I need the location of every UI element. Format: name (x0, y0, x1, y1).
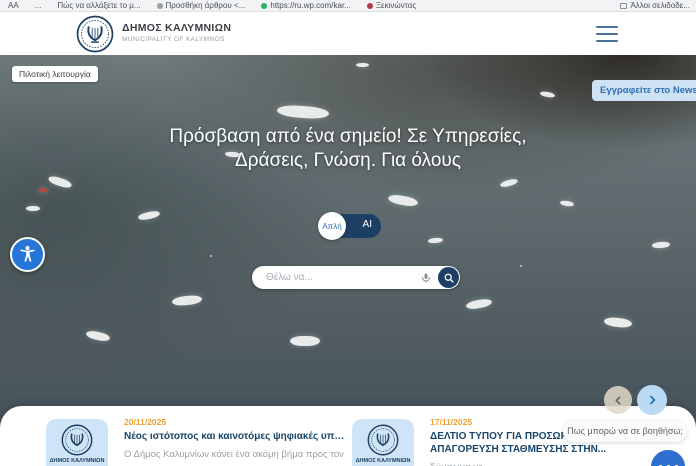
microphone-icon[interactable] (418, 270, 434, 286)
chevron-right-icon (645, 393, 659, 407)
bookmark-item[interactable]: Πώς να αλλάξετε το μ... (57, 0, 140, 11)
bookmark-label: https://ru.wp.com/kar... (270, 0, 350, 11)
search-icon (443, 272, 455, 284)
folder-icon (620, 3, 627, 9)
bookmark-label: ΑΑ (8, 0, 19, 11)
boat-shape (560, 200, 575, 207)
boat-shape (277, 104, 330, 120)
bookmark-item[interactable]: https://ru.wp.com/kar... (261, 0, 350, 11)
news-excerpt: Ο Δήμος Καλυμνίων κάνει ένα ακόμη βήμα π… (124, 449, 346, 460)
bookmark-label: Προσθήκη άρθρου <... (166, 0, 246, 11)
boat-shape (652, 241, 670, 248)
news-excerpt: Σύμφωνα με... (430, 462, 652, 466)
carousel-next-button[interactable] (637, 385, 667, 415)
toggle-ai-option[interactable]: AI (363, 219, 372, 230)
boat-shape (85, 330, 110, 343)
site-title: ΔΗΜΟΣ ΚΑΛΥΜΝΙΩΝ (122, 22, 231, 34)
page: ΑΑ ... Πώς να αλλάξετε το μ... Προσθήκη … (0, 0, 696, 466)
buoy-dot (520, 265, 522, 267)
lyre-emblem-icon (61, 424, 93, 456)
hamburger-menu-icon[interactable] (596, 26, 618, 42)
other-bookmarks-label: Άλλοι σελιδοδε... (630, 0, 690, 11)
bookmark-item[interactable]: Προσθήκη άρθρου <... (157, 0, 246, 11)
hero-heading-line2: Δράσεις, Γνώση. Για όλους (0, 149, 696, 173)
chevron-left-icon (612, 394, 625, 407)
boat-shape (540, 91, 556, 99)
boat-shape (500, 178, 519, 188)
lyre-emblem-icon (76, 15, 114, 53)
hero-photo: Πιλοτική λειτουργία Εγγραφείτε στο Newsl… (0, 55, 696, 466)
boat-shape (356, 63, 369, 67)
municipality-logo[interactable] (76, 15, 114, 53)
boat-shape (38, 187, 49, 193)
search-bar (252, 266, 460, 289)
carousel-prev-button[interactable] (604, 386, 632, 414)
hero-heading-line1: Πρόσβαση από ένα σημείο! Σε Υπηρεσίες, (0, 125, 696, 149)
hero-heading: Πρόσβαση από ένα σημείο! Σε Υπηρεσίες, Δ… (0, 125, 696, 173)
accessibility-icon (17, 244, 38, 265)
site-header: ΔΗΜΟΣ ΚΑΛΥΜΝΙΩΝ MUNICIPALITY OF KALYMNOS (0, 13, 696, 55)
boat-shape (466, 298, 493, 310)
boat-shape (26, 206, 40, 211)
bookmark-label: Πώς να αλλάξετε το μ... (57, 0, 140, 11)
site-subtitle: MUNICIPALITY OF KALYMNOS (122, 36, 231, 43)
boat-shape (428, 237, 443, 243)
thumb-caption: ΔΗΜΟΣ ΚΑΛΥΜΝΙΩΝ (50, 458, 105, 464)
lyre-emblem-icon (367, 424, 399, 456)
accessibility-button[interactable] (10, 237, 45, 272)
site-title-block: ΔΗΜΟΣ ΚΑΛΥΜΝΙΩΝ MUNICIPALITY OF KALYMNOS (122, 22, 231, 43)
chat-tooltip: Πως μπορώ να σε βοηθήσω; (563, 420, 687, 442)
thumb-caption: ΔΗΜΟΣ ΚΑΛΥΜΝΙΩΝ (356, 458, 411, 464)
boat-shape (387, 193, 418, 207)
toggle-simple-option[interactable]: Απλή (318, 212, 346, 240)
pilot-mode-badge: Πιλοτική λειτουργία (12, 66, 98, 82)
green-dot-icon (261, 3, 267, 9)
news-card[interactable]: ΔΗΜΟΣ ΚΑΛΥΜΝΙΩΝ 20/11/2025 Νέος ιστότοπο… (46, 417, 346, 460)
bookmark-item[interactable]: ΑΑ (8, 0, 19, 11)
boat-shape (47, 174, 72, 189)
news-thumbnail: ΔΗΜΟΣ ΚΑΛΥΜΝΙΩΝ (46, 419, 108, 466)
bookmark-item[interactable]: ... (35, 0, 42, 11)
bookmark-label: Ξεκινώντας (376, 0, 416, 11)
bookmark-item[interactable]: Ξεκινώντας (367, 0, 416, 11)
search-submit-button[interactable] (438, 267, 459, 288)
boat-shape (172, 294, 203, 306)
red-dot-icon (367, 3, 373, 9)
bookmark-label: ... (35, 0, 42, 11)
newsletter-button[interactable]: Εγγραφείτε στο Newsletter (592, 80, 696, 101)
news-card-body: 20/11/2025 Νέος ιστότοπος και καινοτόμες… (124, 417, 346, 460)
news-title[interactable]: Νέος ιστότοπος και καινοτόμες ψηφιακές υ… (124, 430, 346, 443)
boat-shape (290, 336, 320, 346)
search-input[interactable] (252, 272, 418, 283)
search-mode-toggle[interactable]: Απλή AI (321, 214, 381, 238)
news-date: 20/11/2025 (124, 417, 346, 427)
news-thumbnail: ΔΗΜΟΣ ΚΑΛΥΜΝΙΩΝ (352, 419, 414, 466)
boat-shape (138, 210, 161, 221)
buoy-dot (210, 255, 212, 257)
bookmarks-bar: ΑΑ ... Πώς να αλλάξετε το μ... Προσθήκη … (0, 0, 696, 12)
boat-shape (604, 317, 633, 329)
other-bookmarks-button[interactable]: Άλλοι σελιδοδε... (620, 0, 690, 11)
globe-icon (157, 3, 163, 9)
